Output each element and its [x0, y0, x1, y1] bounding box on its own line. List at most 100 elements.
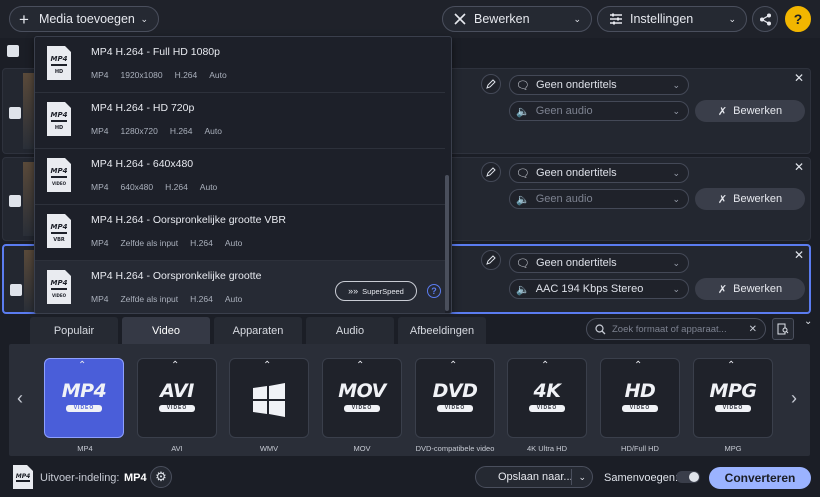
superspeed-badge[interactable]: »» SuperSpeed: [335, 281, 417, 301]
tools-icon: [454, 13, 466, 25]
mp4-file-icon: MP4 HD: [47, 46, 71, 80]
format-search-input[interactable]: Zoek formaat of apparaat... ✕: [586, 318, 766, 340]
clear-icon[interactable]: ✕: [749, 324, 757, 335]
add-media-button[interactable]: + Media toevoegen ⌄: [9, 6, 159, 32]
subtitles-select[interactable]: 🗨 Geen ondertitels ⌄: [509, 163, 689, 183]
share-button[interactable]: [752, 6, 778, 32]
help-button[interactable]: ?: [785, 6, 811, 32]
subtitles-select[interactable]: 🗨 Geen ondertitels ⌄: [509, 75, 689, 95]
collapse-chevron-icon[interactable]: ⌄: [804, 316, 812, 327]
video-bar: VIDEO: [622, 405, 658, 412]
preset-dropdown: MP4 HD MP4 H.264 - Full HD 1080p MP4 1920x…: [34, 36, 452, 314]
tab-images[interactable]: Afbeeldingen: [398, 317, 486, 344]
preset-meta: MP4 1920x1080 H.264 Auto: [91, 70, 227, 80]
format-tile-mov[interactable]: ⌃ MOV VIDEO: [322, 358, 402, 440]
svg-text:MP4: MP4: [51, 55, 68, 63]
row-checkbox[interactable]: [10, 284, 22, 296]
merge-toggle[interactable]: [676, 471, 700, 483]
plus-icon: +: [19, 9, 29, 29]
format-tile-avi[interactable]: ⌃ AVI VIDEO: [137, 358, 217, 440]
preset-meta: MP4 1280x720 H.264 Auto: [91, 126, 223, 136]
edit-button[interactable]: Bewerken ⌄: [442, 6, 592, 32]
mp4-file-icon: MP4 VBR: [47, 214, 71, 248]
chevron-left-icon[interactable]: ‹: [17, 388, 23, 409]
tab-audio[interactable]: Audio: [306, 317, 394, 344]
subtitles-value: Geen ondertitels: [535, 257, 617, 269]
preset-meta: MP4 Zelfde als input H.264 Auto: [91, 294, 243, 304]
save-to-button[interactable]: Opslaan naar... ⌄: [475, 466, 593, 488]
rename-button[interactable]: [481, 74, 501, 94]
preset-title: MP4 H.264 - Oorspronkelijke grootte VBR: [91, 214, 286, 226]
pencil-icon: [486, 167, 496, 177]
tab-devices[interactable]: Apparaten: [214, 317, 302, 344]
tab-popular[interactable]: Populair: [30, 317, 118, 344]
svg-text:VIDEO: VIDEO: [52, 293, 67, 298]
format-tile-mpg[interactable]: ⌃ MPG VIDEO: [693, 358, 773, 440]
dropdown-scrollbar[interactable]: [445, 175, 449, 311]
chevron-up-icon: ⌃: [78, 360, 87, 371]
video-bar: VIDEO: [437, 405, 473, 412]
preset-meta: MP4 Zelfde als input H.264 Auto: [91, 238, 243, 248]
device-detect-button[interactable]: [772, 318, 794, 340]
superspeed-label: SuperSpeed: [362, 286, 404, 296]
pencil-icon: [486, 255, 496, 265]
mpg-logo-icon: MPG: [709, 380, 757, 402]
settings-label: Instellingen: [630, 12, 694, 26]
audio-select[interactable]: 🔈 AAC 194 Kbps Stereo ⌄: [509, 279, 689, 299]
row-edit-label: Bewerken: [733, 193, 783, 205]
format-tile-mp4[interactable]: ⌃ MP4 VIDEO: [44, 358, 124, 440]
preset-title: MP4 H.264 - Oorspronkelijke grootte: [91, 270, 262, 282]
select-all-checkbox[interactable]: [7, 45, 19, 57]
chevron-down-icon: ⌄: [672, 167, 680, 178]
mov-logo-icon: MOV: [338, 380, 386, 402]
chevron-down-icon: ⌄: [140, 13, 148, 24]
remove-row-close-icon[interactable]: ✕: [794, 160, 804, 174]
windows-logo-icon: [253, 383, 285, 417]
tab-video[interactable]: Video: [122, 317, 210, 344]
add-media-label: Media toevoegen: [38, 12, 135, 26]
audio-value: Geen audio: [535, 193, 593, 205]
tools-icon: ✗: [717, 105, 728, 118]
settings-button[interactable]: Instellingen ⌄: [597, 6, 747, 32]
chevron-down-icon[interactable]: ⌄: [578, 472, 586, 483]
question-icon[interactable]: ?: [427, 284, 441, 298]
svg-text:HD: HD: [55, 125, 63, 131]
format-tile-wmv[interactable]: ⌃: [229, 358, 309, 440]
preset-item-highlighted[interactable]: MP4 VIDEO MP4 H.264 - Oorspronkelijke gro…: [35, 261, 445, 313]
format-tile-hd[interactable]: ⌃ HD VIDEO: [600, 358, 680, 440]
preset-item[interactable]: MP4 VIDEO MP4 H.264 - 640x480 MP4 640x480 H…: [35, 149, 445, 205]
convert-button[interactable]: Converteren: [709, 467, 811, 489]
tools-icon: ✗: [717, 193, 728, 206]
remove-row-close-icon[interactable]: ✕: [794, 248, 804, 262]
speaker-icon: 🔈: [516, 193, 530, 206]
chevron-down-icon: ⌄: [672, 193, 680, 204]
preset-item[interactable]: MP4 VBR MP4 H.264 - Oorspronkelijke groot…: [35, 205, 445, 261]
row-checkbox[interactable]: [9, 107, 21, 119]
preset-item[interactable]: MP4 HD MP4 H.264 - Full HD 1080p MP4 1920x…: [35, 37, 445, 93]
row-edit-label: Bewerken: [733, 283, 783, 295]
remove-row-close-icon[interactable]: ✕: [794, 71, 804, 85]
speech-bubble-icon: 🗨: [516, 257, 530, 270]
preset-title: MP4 H.264 - 640x480: [91, 158, 194, 170]
rename-button[interactable]: [481, 250, 501, 270]
chevron-down-icon: ⌄: [573, 13, 581, 24]
format-tile-dvd[interactable]: ⌃ DVD VIDEO: [415, 358, 495, 440]
mp4-file-icon: MP4 VIDEO: [47, 270, 71, 304]
rename-button[interactable]: [481, 162, 501, 182]
row-edit-button[interactable]: ✗ Bewerken: [695, 188, 805, 210]
save-to-dropdown-divider: [571, 469, 572, 485]
chevron-right-icon[interactable]: ›: [791, 388, 797, 409]
preset-item[interactable]: MP4 HD MP4 H.264 - HD 720p MP4 1280x720 H.2…: [35, 93, 445, 149]
speaker-icon: 🔈: [516, 283, 530, 296]
row-edit-button[interactable]: ✗ Bewerken: [695, 278, 805, 300]
format-tile-4k[interactable]: ⌃ 4K VIDEO: [507, 358, 587, 440]
chevron-down-icon: ⌄: [672, 105, 680, 116]
audio-select[interactable]: 🔈 Geen audio ⌄: [509, 101, 689, 121]
video-bar: VIDEO: [529, 405, 565, 412]
audio-select[interactable]: 🔈 Geen audio ⌄: [509, 189, 689, 209]
svg-text:VIDEO: VIDEO: [52, 181, 67, 186]
subtitles-select[interactable]: 🗨 Geen ondertitels ⌄: [509, 253, 689, 273]
row-checkbox[interactable]: [9, 195, 21, 207]
row-edit-button[interactable]: ✗ Bewerken: [695, 100, 805, 122]
output-settings-button[interactable]: ⚙: [150, 466, 172, 488]
